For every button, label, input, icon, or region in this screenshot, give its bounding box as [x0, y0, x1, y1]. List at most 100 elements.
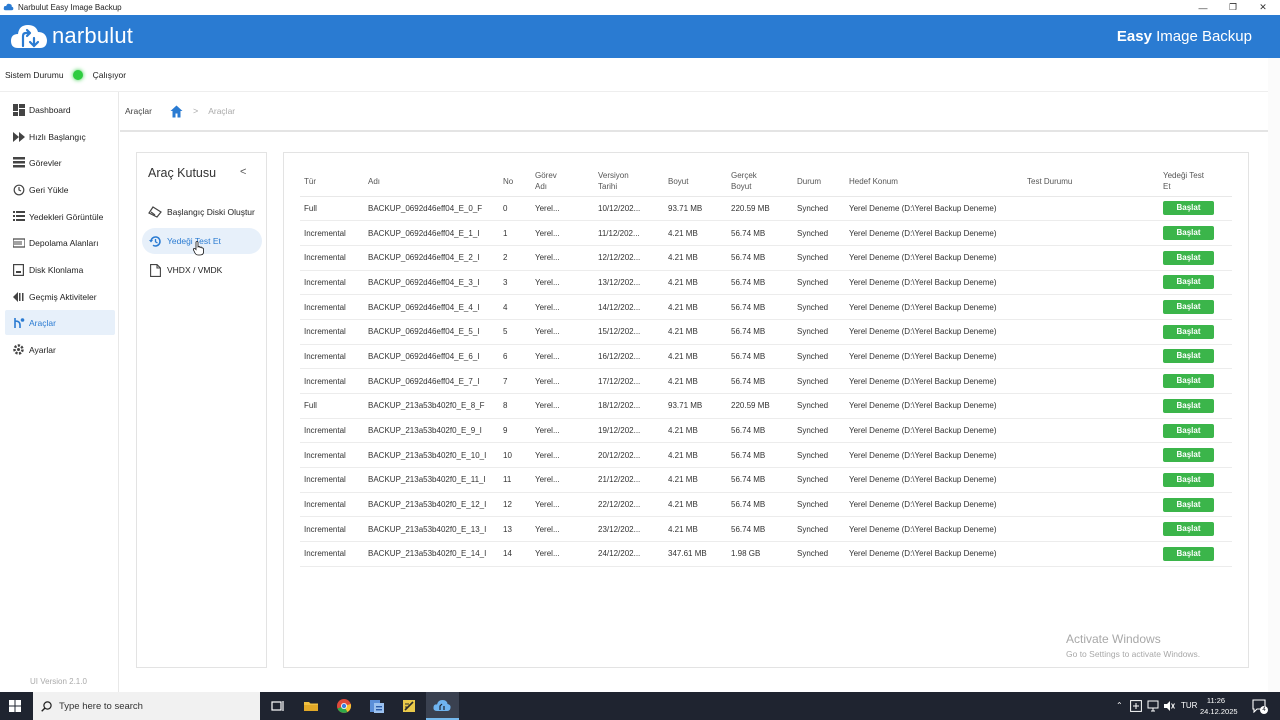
notification-center[interactable]: 4: [1252, 699, 1268, 714]
search-icon: [41, 700, 52, 712]
cell-test-status: [1023, 442, 1159, 469]
task-view-icon[interactable]: [270, 698, 286, 714]
sidebar-item-view-backups[interactable]: Yedekleri Görüntüle: [5, 204, 115, 229]
sidebar-item-disk-clone[interactable]: Disk Klonlama: [5, 257, 115, 282]
backup-table: Tür Adı No Görev Adı Versiyon Tarihi Boyut…: [300, 167, 1232, 567]
start-test-button[interactable]: Başlat: [1163, 497, 1214, 512]
cell-test-status: [1023, 516, 1159, 543]
taskbar-clock[interactable]: 11:26 24.12.2025: [1200, 695, 1238, 717]
restore-icon: [12, 183, 25, 196]
cell-real-size: 56.74 MB: [727, 344, 793, 370]
table-row[interactable]: Incremental BACKUP_213a53b402f0_E_14_I 14 Y…: [300, 541, 1232, 567]
taskbar-active-app[interactable]: [426, 692, 459, 720]
file-explorer-icon[interactable]: [303, 698, 319, 714]
cell-target: Yerel Deneme (D:\Yerel Backup Deneme): [845, 368, 1023, 394]
volume-icon[interactable]: [1163, 700, 1175, 712]
cell-version-date: 19/12/202...: [594, 418, 664, 444]
cell-version-date: 12/12/202...: [594, 245, 664, 271]
title-bar: Narbulut Easy Image Backup — ❐ ✕: [0, 0, 1280, 15]
sidebar-item-tools[interactable]: Araçlar: [5, 310, 115, 335]
maximize-button[interactable]: ❐: [1218, 0, 1248, 15]
network-icon[interactable]: [1147, 700, 1159, 712]
start-test-button[interactable]: Başlat: [1163, 275, 1214, 290]
sidebar-item-dashboard[interactable]: Dashboard: [5, 97, 115, 122]
test-restore-icon: [148, 234, 162, 248]
cell-task: Yerel...: [531, 270, 594, 296]
table-row[interactable]: Incremental BACKUP_0692d46eff04_E_3_I 3 Yer…: [300, 270, 1232, 296]
product-name-bold: Easy: [1116, 28, 1152, 45]
home-icon[interactable]: [170, 105, 183, 118]
tray-expand-icon[interactable]: ⌃: [1116, 701, 1123, 710]
windows-start-icon[interactable]: [9, 700, 21, 712]
start-test-button[interactable]: Başlat: [1163, 300, 1214, 315]
page-scrollbar[interactable]: [1268, 58, 1280, 692]
chrome-icon[interactable]: [336, 698, 352, 714]
minimize-button[interactable]: —: [1188, 0, 1218, 15]
cell-name: BACKUP_0692d46eff04_E_4_I: [364, 294, 499, 320]
table-row[interactable]: Incremental BACKUP_0692d46eff04_E_1_I 1 Yer…: [300, 220, 1232, 246]
start-test-button[interactable]: Başlat: [1163, 448, 1214, 463]
notes-app-icon[interactable]: [401, 698, 417, 714]
sidebar-item-storage[interactable]: Depolama Alanları: [5, 230, 115, 255]
table-row[interactable]: Incremental BACKUP_0692d46eff04_E_5_I 5 Yer…: [300, 319, 1232, 345]
start-test-button[interactable]: Başlat: [1163, 398, 1214, 413]
collapse-chevron-icon[interactable]: <: [240, 166, 246, 178]
start-test-button[interactable]: Başlat: [1163, 250, 1214, 265]
table-row[interactable]: Incremental BACKUP_0692d46eff04_E_2_I 2 Yer…: [300, 245, 1232, 271]
table-row[interactable]: Full BACKUP_213a53b402f0_E_8_F 8 Yerel... 18…: [300, 393, 1232, 419]
cell-action: Başlat: [1159, 442, 1232, 469]
start-test-button[interactable]: Başlat: [1163, 374, 1214, 389]
cell-action: Başlat: [1159, 467, 1232, 493]
cell-action: Başlat: [1159, 319, 1232, 345]
table-row[interactable]: Incremental BACKUP_0692d46eff04_E_6_I 6 Yer…: [300, 344, 1232, 370]
language-indicator[interactable]: TUR: [1181, 701, 1197, 710]
table-row[interactable]: Incremental BACKUP_213a53b402f0_E_9_I 9 Yer…: [300, 418, 1232, 444]
col-action-header: Yedeği Test Et: [1159, 167, 1232, 197]
table-row[interactable]: Incremental BACKUP_213a53b402f0_E_13_I 13 Y…: [300, 516, 1232, 543]
toolbox-title: Araç Kutusu: [148, 166, 217, 180]
table-row[interactable]: Incremental BACKUP_0692d46eff04_E_4_I 4 Yer…: [300, 294, 1232, 320]
cell-real-size: 56.74 MB: [727, 516, 793, 543]
cell-size: 347.61 MB: [664, 541, 727, 567]
start-test-button[interactable]: Başlat: [1163, 423, 1214, 438]
sidebar-item-restore[interactable]: Geri Yükle: [5, 177, 115, 202]
start-test-button[interactable]: Başlat: [1163, 349, 1214, 364]
cell-version-date: 22/12/202...: [594, 492, 664, 518]
start-test-button[interactable]: Başlat: [1163, 546, 1214, 561]
sidebar-item-tasks[interactable]: Görevler: [5, 150, 115, 175]
cell-task: Yerel...: [531, 294, 594, 320]
sidebar-item-settings[interactable]: Ayarlar: [5, 337, 115, 362]
cell-size: 4.21 MB: [664, 294, 727, 320]
start-test-button[interactable]: Başlat: [1163, 472, 1214, 487]
minimize-icon: —: [1198, 2, 1208, 13]
app-window-icon[interactable]: [369, 698, 385, 714]
sidebar-item-quick-start[interactable]: Hızlı Başlangıç: [5, 124, 115, 149]
cell-name: BACKUP_0692d46eff04_E_6_I: [364, 344, 499, 370]
cell-no: 12: [499, 492, 531, 518]
taskbar-search-box[interactable]: Type here to search: [33, 692, 260, 720]
col-task-header-line2: Adı: [535, 182, 548, 192]
tool-vhdx-vmdk[interactable]: VHDX / VMDK: [142, 257, 262, 283]
start-test-button[interactable]: Başlat: [1163, 522, 1214, 537]
cell-task: Yerel...: [531, 467, 594, 493]
table-row[interactable]: Incremental BACKUP_213a53b402f0_E_12_I 12 Y…: [300, 492, 1232, 518]
table-row[interactable]: Incremental BACKUP_213a53b402f0_E_11_I 11 Y…: [300, 467, 1232, 493]
start-test-button[interactable]: Başlat: [1163, 201, 1214, 216]
table-row[interactable]: Incremental BACKUP_213a53b402f0_E_10_I 10 Y…: [300, 442, 1232, 469]
cell-name: BACKUP_0692d46eff04_E_7_I: [364, 368, 499, 394]
cell-task: Yerel...: [531, 393, 594, 419]
start-test-button[interactable]: Başlat: [1163, 324, 1214, 339]
cell-version-date: 14/12/202...: [594, 294, 664, 320]
table-row[interactable]: Incremental BACKUP_0692d46eff04_E_7_I 7 Yer…: [300, 368, 1232, 394]
tray-app-icon[interactable]: [1130, 700, 1142, 712]
sidebar-item-history[interactable]: Geçmiş Aktiviteler: [5, 284, 115, 309]
table-row[interactable]: Full BACKUP_0692d46eff04_E_0_F 0 Yerel... 10…: [300, 196, 1232, 222]
cell-version-date: 15/12/202...: [594, 319, 664, 345]
cell-target: Yerel Deneme (D:\Yerel Backup Deneme): [845, 393, 1023, 419]
start-test-button[interactable]: Başlat: [1163, 226, 1214, 241]
tool-create-boot-disk[interactable]: Başlangıç Diski Oluştur: [142, 199, 262, 225]
close-button[interactable]: ✕: [1248, 0, 1278, 15]
watermark-line2: Go to Settings to activate Windows.: [1066, 649, 1201, 659]
cell-action: Başlat: [1159, 541, 1232, 567]
cell-type: Incremental: [300, 492, 364, 518]
